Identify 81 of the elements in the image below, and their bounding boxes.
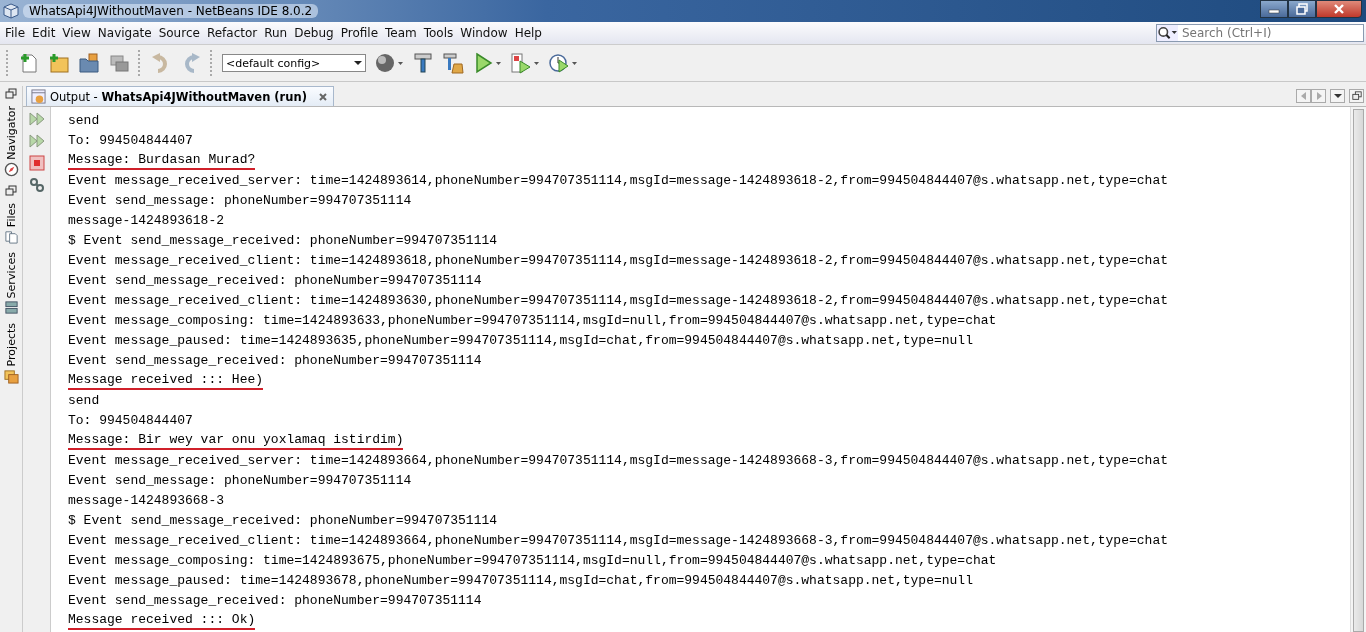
hammer-icon[interactable] (412, 52, 434, 74)
output-line: Event send_message_received: phoneNumber=994707351114 (68, 273, 482, 289)
app-cube-icon (3, 3, 19, 19)
menu-item[interactable]: Profile (337, 26, 382, 40)
folders-icon (3, 368, 19, 384)
output-line: Event message_composing: time=1424893675,phoneNumber=994707351114,msgId=null,from=994504844407@s.whatsapp.net,type=chat (68, 553, 997, 569)
output-line: Event send_message_received: phoneNumber=994707351114 (68, 593, 482, 609)
rerun-icon[interactable] (28, 133, 45, 149)
output-line: Event message_paused: time=1424893678,phoneNumber=994707351114,msgId=chat,from=994504844407@s.whatsapp.net,type=null (68, 573, 973, 589)
vertical-scrollbar[interactable] (1350, 107, 1366, 632)
caret-icon (1333, 94, 1342, 98)
restore-button[interactable] (1288, 0, 1316, 18)
right-arrow-icon (1315, 92, 1322, 100)
menu-item[interactable]: Tools (420, 26, 458, 40)
side-tab[interactable]: Projects (3, 321, 19, 386)
restore-window-button[interactable] (1349, 89, 1364, 103)
output-line: message-1424893618-2 (68, 213, 225, 229)
output-line: $ Event send_message_received: phoneNumber=994707351114 (68, 513, 498, 529)
output-line: Event message_composing: time=1424893633,phoneNumber=994707351114,msgId=null,from=994504844407@s.whatsapp.net,type=chat (68, 313, 997, 329)
caret-icon (354, 61, 362, 65)
close-icon[interactable] (318, 92, 327, 101)
side-tab[interactable]: Services (3, 249, 19, 318)
menu-item[interactable]: Navigate (94, 26, 156, 40)
output-line: Event send_message_received: phoneNumber=994707351114 (68, 353, 482, 369)
open-folder-icon[interactable] (78, 52, 100, 74)
files-icon (3, 228, 19, 244)
menu-item[interactable]: Debug (291, 26, 338, 40)
output-line: Event send_message: phoneNumber=994707351114 (68, 193, 412, 209)
menu-item[interactable]: Source (155, 26, 204, 40)
compass-icon (3, 161, 19, 177)
window-icon (31, 89, 46, 104)
restore-window-icon[interactable] (5, 184, 17, 197)
close-icon (1333, 3, 1345, 15)
output-line: Event message_paused: time=1424893635,phoneNumber=994707351114,msgId=chat,from=994504844407@s.whatsapp.net,type=null (68, 333, 973, 349)
output-tab[interactable]: Output - WhatsApi4JWithoutMaven (run) (26, 86, 334, 106)
restore-icon (1351, 91, 1362, 101)
server-icon (3, 300, 19, 316)
minimize-button[interactable] (1260, 0, 1288, 18)
menu-item[interactable]: Edit (29, 26, 60, 40)
left-arrow-icon (1300, 92, 1307, 100)
output-line: Event message_received_client: time=1424893630,phoneNumber=994707351114,msgId=message-1424893618-2,from=994504844407@s.whatsapp.net,type=chat (68, 293, 1168, 309)
output-line: Message: Bir wey var onu yoxlamaq istirdim) (68, 432, 404, 450)
stop-icon[interactable] (28, 155, 45, 171)
menu-item[interactable]: Help (511, 26, 546, 40)
close-project-icon[interactable] (108, 52, 130, 74)
globe-icon[interactable] (374, 52, 404, 74)
profile-icon[interactable] (548, 52, 578, 74)
close-button[interactable] (1316, 0, 1362, 18)
output-line: send (68, 113, 100, 129)
debug-icon[interactable] (510, 52, 540, 74)
output-line: To: 994504844407 (68, 133, 193, 149)
menu-item[interactable]: View (59, 26, 95, 40)
hammer-broom-icon[interactable] (442, 52, 464, 74)
restore-window-icon[interactable] (5, 88, 17, 100)
output-line: message-1424893668-3 (68, 493, 225, 509)
config-dropdown[interactable]: <default config> (222, 54, 366, 72)
restore-icon (1296, 3, 1308, 15)
side-tab[interactable]: Files (3, 200, 19, 246)
output-line: To: 994504844407 (68, 413, 193, 429)
output-line: Event message_received_server: time=1424893664,phoneNumber=994707351114,msgId=message-1424893668-3,from=994504844407@s.whatsapp.net,type=chat (68, 453, 1168, 469)
output-line: Event send_message: phoneNumber=994707351114 (68, 473, 412, 489)
output-line: Message received ::: Hee) (68, 372, 264, 390)
menu-item[interactable]: Window (457, 26, 512, 40)
output-line: send (68, 393, 100, 409)
menu-item[interactable]: Run (261, 26, 292, 40)
new-folder-icon[interactable] (48, 52, 70, 74)
new-file-icon[interactable] (18, 52, 40, 74)
output-line: Message: Burdasan Murad? (68, 152, 256, 170)
side-tab[interactable]: Navigator (3, 104, 19, 179)
menu-item[interactable]: Team (382, 26, 421, 40)
output-line: $ Event send_message_received: phoneNumber=994707351114 (68, 233, 498, 249)
menu-item[interactable]: File (2, 26, 30, 40)
rerun-icon[interactable] (28, 111, 45, 127)
menu-item[interactable]: Refactor (203, 26, 262, 40)
output-line: Event message_received_client: time=1424893664,phoneNumber=994707351114,msgId=message-1424893668-3,from=994504844407@s.whatsapp.net,type=chat (68, 533, 1168, 549)
output-line: Message received ::: Ok) (68, 612, 256, 630)
window-title: WhatsApi4JWithoutMaven - NetBeans IDE 8.0.2 (23, 4, 319, 18)
output-line: Event message_received_server: time=1424893614,phoneNumber=994707351114,msgId=message-1424893618-2,from=994504844407@s.whatsapp.net,type=chat (68, 173, 1168, 189)
output-line: Event message_received_client: time=1424893618,phoneNumber=994707351114,msgId=message-1424893618-2,from=994504844407@s.whatsapp.net,type=chat (68, 253, 1168, 269)
tab-label: Output - WhatsApi4JWithoutMaven (run) (50, 89, 307, 104)
tab-list-button[interactable] (1330, 89, 1345, 103)
